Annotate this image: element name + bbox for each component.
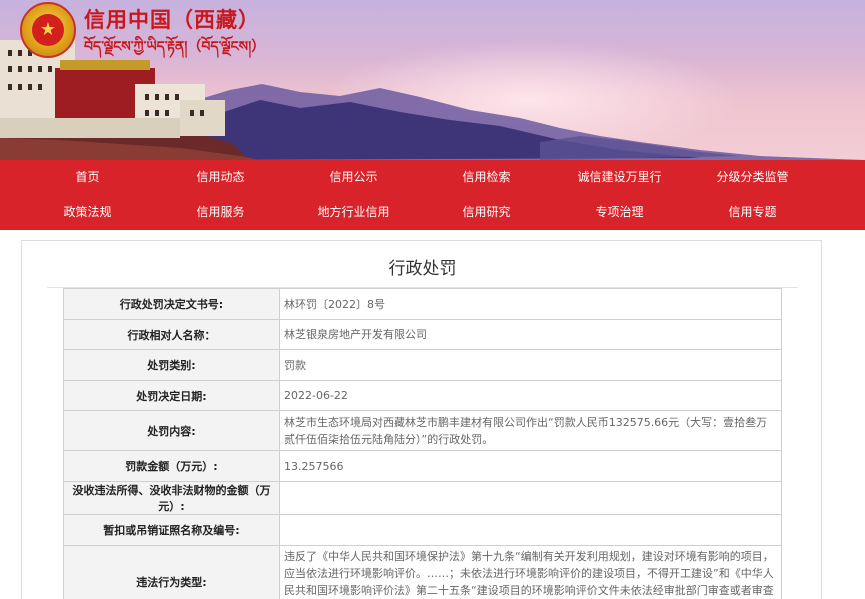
content-card: 行政处罚 行政处罚决定文书号: 林环罚〔2022〕8号 行政相对人名称： 林芝银… (21, 240, 822, 599)
table-row: 违法行为类型: 违反了《中华人民共和国环境保护法》第十九条“编制有关开发利用规划… (63, 545, 782, 599)
decision-number-value: 林环罚〔2022〕8号 (279, 288, 782, 320)
nav-row-2: 政策法规 信用服务 地方行业信用 信用研究 专项治理 信用专题 (0, 195, 865, 230)
nav-item-credit-news[interactable]: 信用动态 (154, 160, 287, 195)
table-row: 暂扣或吊销证照名称及编号: (63, 514, 782, 546)
party-name-value: 林芝银泉房地产开发有限公司 (279, 319, 782, 350)
table-row: 罚款金额（万元）: 13.257566 (63, 450, 782, 482)
violation-type-value: 违反了《中华人民共和国环境保护法》第十九条“编制有关开发利用规划，建设对环境有影… (279, 545, 782, 599)
nav-item-home[interactable]: 首页 (21, 160, 154, 195)
row-label: 行政处罚决定文书号: (63, 288, 280, 320)
nav-item-policies[interactable]: 政策法规 (21, 195, 154, 230)
nav-item-credit-research[interactable]: 信用研究 (420, 195, 553, 230)
license-revocation-value (279, 514, 782, 546)
header-banner: ★ 信用中国（西藏） བོད་ལྗོངས་ཀྱི་ཡིད་རྟོན།（བོད་ལ… (0, 0, 865, 160)
row-label: 没收违法所得、没收非法财物的金额（万元）: (63, 481, 280, 515)
table-row: 处罚内容: 林芝市生态环境局对西藏林芝市鹏丰建材有限公司作出“罚款人民币1325… (63, 410, 782, 451)
row-label: 处罚内容: (63, 410, 280, 451)
decision-date-value: 2022-06-22 (279, 380, 782, 411)
nav-item-graded-supervision[interactable]: 分级分类监管 (686, 160, 819, 195)
table-row: 处罚类别: 罚款 (63, 349, 782, 381)
row-label: 行政相对人名称： (63, 319, 280, 350)
nav-item-credit-search[interactable]: 信用检索 (420, 160, 553, 195)
nav-item-local-industry-credit[interactable]: 地方行业信用 (287, 195, 420, 230)
site-subtitle-tibetan: བོད་ལྗོངས་ཀྱི་ཡིད་རྟོན།（བོད་ལྗོངས།） (84, 39, 266, 55)
table-row: 处罚决定日期: 2022-06-22 (63, 380, 782, 411)
row-label: 处罚类别: (63, 349, 280, 381)
nav-item-special-governance[interactable]: 专项治理 (553, 195, 686, 230)
fine-amount-value: 13.257566 (279, 450, 782, 482)
row-label: 罚款金额（万元）: (63, 450, 280, 482)
nav-row-1: 首页 信用动态 信用公示 信用检索 诚信建设万里行 分级分类监管 (0, 160, 865, 195)
penalty-detail-table: 行政处罚决定文书号: 林环罚〔2022〕8号 行政相对人名称： 林芝银泉房地产开… (63, 288, 782, 599)
penalty-content-value: 林芝市生态环境局对西藏林芝市鹏丰建材有限公司作出“罚款人民币132575.66元… (279, 410, 782, 451)
main-navigation: 首页 信用动态 信用公示 信用检索 诚信建设万里行 分级分类监管 政策法规 信用… (0, 160, 865, 230)
table-row: 行政处罚决定文书号: 林环罚〔2022〕8号 (63, 288, 782, 320)
nav-item-credit-topics[interactable]: 信用专题 (686, 195, 819, 230)
nav-item-credit-services[interactable]: 信用服务 (154, 195, 287, 230)
penalty-category-value: 罚款 (279, 349, 782, 381)
table-row: 行政相对人名称： 林芝银泉房地产开发有限公司 (63, 319, 782, 350)
national-emblem-icon: ★ (20, 2, 76, 58)
nav-item-integrity-campaign[interactable]: 诚信建设万里行 (553, 160, 686, 195)
row-label: 违法行为类型: (63, 545, 280, 599)
confiscation-amount-value (279, 481, 782, 515)
row-label: 暂扣或吊销证照名称及编号: (63, 514, 280, 546)
row-label: 处罚决定日期: (63, 380, 280, 411)
table-row: 没收违法所得、没收非法财物的金额（万元）: (63, 481, 782, 515)
emblem-star-icon: ★ (32, 14, 64, 46)
page-title: 行政处罚 (388, 259, 457, 279)
nav-item-credit-publicity[interactable]: 信用公示 (287, 160, 420, 195)
